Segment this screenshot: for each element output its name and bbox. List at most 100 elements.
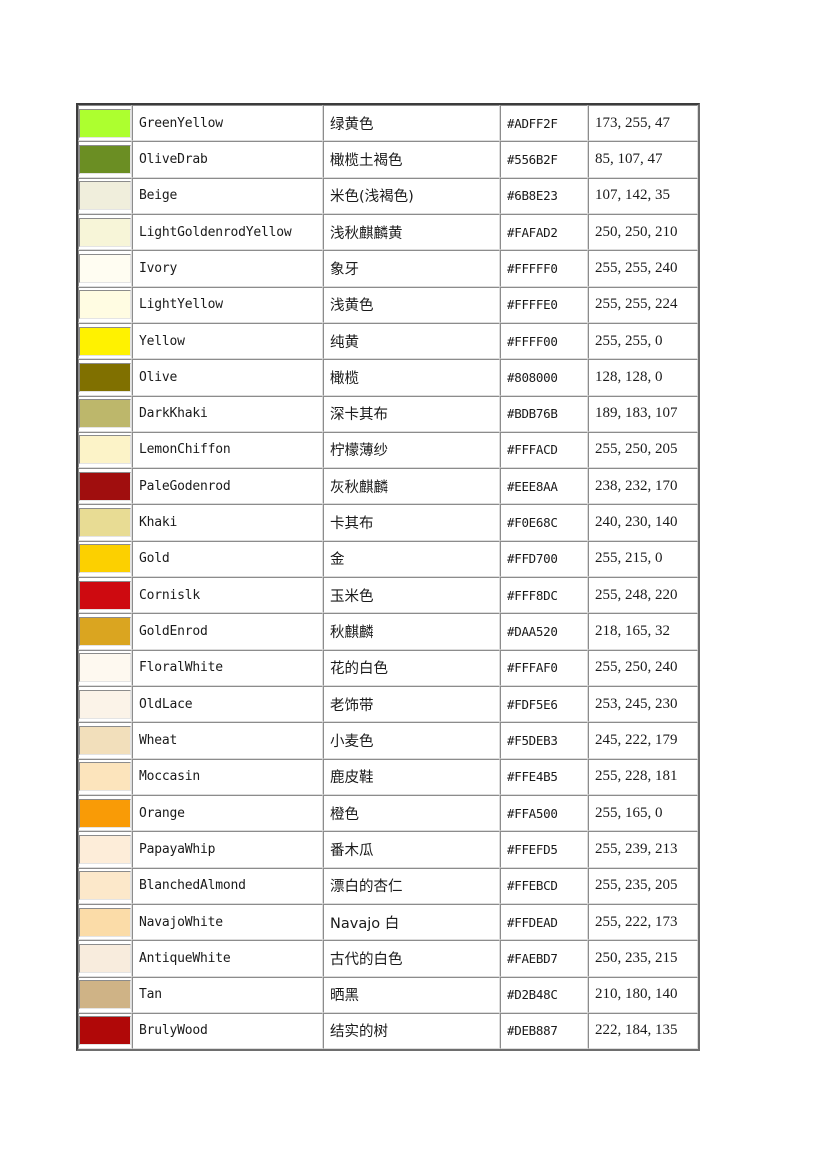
color-swatch: [79, 326, 131, 356]
color-rgb: 128, 128, 0: [595, 368, 663, 385]
color-name-en: Cornislk: [139, 587, 201, 603]
color-hex-cell: #6B8E23: [500, 177, 588, 214]
table-row: GreenYellow 绿黄色 #ADFF2F 173, 255, 47: [78, 105, 698, 142]
table-row: Ivory 象牙 #FFFFF0 255, 255, 240: [78, 250, 698, 287]
color-swatch: [79, 144, 131, 174]
color-hex-cell: #FFFFE0: [500, 286, 588, 323]
color-name-en: Olive: [139, 369, 178, 385]
color-swatch: [79, 471, 131, 501]
color-rgb-cell: 255, 222, 173: [588, 903, 698, 941]
color-rgb: 255, 248, 220: [595, 586, 678, 603]
color-rgb-cell: 107, 142, 35: [588, 177, 698, 214]
color-name-cn-cell: 灰秋麒麟: [323, 468, 500, 505]
color-swatch: [79, 362, 131, 392]
color-rgb: 255, 250, 205: [595, 441, 678, 458]
color-rgb-cell: 255, 239, 213: [588, 831, 698, 868]
color-swatch-cell: [78, 722, 132, 759]
color-swatch: [79, 253, 131, 283]
color-hex-cell: #FAFAD2: [500, 213, 588, 251]
color-rgb: 253, 245, 230: [595, 695, 678, 712]
table-row: OliveDrab 橄榄土褐色 #556B2F 85, 107, 47: [78, 141, 698, 178]
color-hex: #FFD700: [507, 551, 558, 567]
color-name-en: Ivory: [139, 260, 178, 276]
color-name-cn: 老饰带: [330, 697, 374, 714]
color-name-en: LightGoldenrodYellow: [139, 224, 292, 240]
color-swatch: [79, 798, 131, 828]
color-name-cn: 灰秋麒麟: [330, 479, 388, 496]
color-rgb: 107, 142, 35: [595, 187, 670, 204]
color-hex: #556B2F: [507, 151, 558, 167]
table-row: LightYellow 浅黄色 #FFFFE0 255, 255, 224: [78, 286, 698, 323]
color-swatch-cell: [78, 540, 132, 578]
color-name-cn-cell: 花的白色: [323, 649, 500, 686]
color-hex: #FFE4B5: [507, 769, 558, 785]
table-row: BrulyWood 结实的树 #DEB887 222, 184, 135: [78, 1012, 698, 1050]
color-name-en: NavajoWhite: [139, 914, 223, 930]
color-rgb: 210, 180, 140: [595, 986, 678, 1003]
color-hex: #ADFF2F: [507, 115, 558, 131]
color-rgb: 255, 255, 240: [595, 259, 678, 276]
color-name-en-cell: PaleGodenrod: [132, 468, 323, 505]
color-name-en-cell: LightGoldenrodYellow: [132, 213, 323, 251]
color-hex: #D2B48C: [507, 987, 558, 1003]
color-name-cn: 橄榄土褐色: [330, 152, 403, 169]
color-name-cn-cell: 橄榄土褐色: [323, 141, 500, 178]
color-name-cn: 金: [330, 552, 345, 569]
color-name-cn: 小麦色: [330, 733, 374, 750]
color-swatch-cell: [78, 105, 132, 142]
table-row: OldLace 老饰带 #FDF5E6 253, 245, 230: [78, 686, 698, 723]
color-hex-cell: #FFA500: [500, 794, 588, 832]
color-hex-cell: #F5DEB3: [500, 722, 588, 759]
color-rgb-cell: 255, 215, 0: [588, 540, 698, 578]
color-name-cn: 绿黄色: [330, 116, 374, 133]
table-row: BlanchedAlmond 漂白的杏仁 #FFEBCD 255, 235, 205: [78, 867, 698, 904]
color-swatch-cell: [78, 613, 132, 650]
color-hex: #FFFFE0: [507, 297, 558, 313]
color-name-en: Yellow: [139, 333, 185, 349]
color-hex: #F0E68C: [507, 515, 558, 531]
color-swatch: [79, 943, 131, 973]
color-rgb: 255, 239, 213: [595, 840, 678, 857]
color-name-en-cell: Yellow: [132, 322, 323, 360]
color-name-cn-cell: 玉米色: [323, 577, 500, 614]
table-row: Wheat 小麦色 #F5DEB3 245, 222, 179: [78, 722, 698, 759]
color-rgb-cell: 250, 235, 215: [588, 940, 698, 977]
table-row: DarkKhaki 深卡其布 #BDB76B 189, 183, 107: [78, 395, 698, 432]
color-name-cn: 鹿皮鞋: [330, 770, 374, 787]
color-name-en: Gold: [139, 551, 170, 567]
color-name-en-cell: BrulyWood: [132, 1012, 323, 1050]
color-rgb-cell: 222, 184, 135: [588, 1012, 698, 1050]
color-name-en: Wheat: [139, 732, 178, 748]
color-name-en: BlanchedAlmond: [139, 878, 246, 894]
color-hex: #FFDEAD: [507, 914, 558, 930]
color-swatch-cell: [78, 903, 132, 941]
color-swatch-cell: [78, 213, 132, 251]
color-hex-cell: #FFEBCD: [500, 867, 588, 904]
color-name-en: GoldEnrod: [139, 624, 208, 640]
color-name-en-cell: Tan: [132, 976, 323, 1013]
color-name-en-cell: Wheat: [132, 722, 323, 759]
color-name-cn: 深卡其布: [330, 407, 388, 424]
color-swatch: [79, 580, 131, 610]
color-name-en-cell: OliveDrab: [132, 141, 323, 178]
color-name-cn-cell: 浅秋麒麟黄: [323, 213, 500, 251]
color-hex: #EEE8AA: [507, 478, 558, 494]
color-rgb: 222, 184, 135: [595, 1022, 678, 1039]
color-name-cn: 浅秋麒麟黄: [330, 225, 403, 242]
color-hex: #808000: [507, 369, 558, 385]
color-name-en-cell: Khaki: [132, 504, 323, 541]
color-name-en: GreenYellow: [139, 115, 223, 131]
color-table-container: GreenYellow 绿黄色 #ADFF2F 173, 255, 47 OliveDr…: [76, 103, 700, 1052]
color-rgb-cell: 255, 250, 240: [588, 649, 698, 686]
color-swatch: [79, 508, 131, 538]
color-hex: #FFFF00: [507, 333, 558, 349]
color-swatch: [79, 217, 131, 247]
color-hex: #FDF5E6: [507, 696, 558, 712]
color-name-cn: 浅黄色: [330, 298, 374, 315]
table-row: LightGoldenrodYellow 浅秋麒麟黄 #FAFAD2 250, 250…: [78, 213, 698, 251]
color-rgb: 189, 183, 107: [595, 405, 678, 422]
color-name-en-cell: PapayaWhip: [132, 831, 323, 868]
color-name-cn: 古代的白色: [330, 951, 403, 968]
color-swatch: [79, 834, 131, 864]
color-name-cn-cell: 小麦色: [323, 722, 500, 759]
